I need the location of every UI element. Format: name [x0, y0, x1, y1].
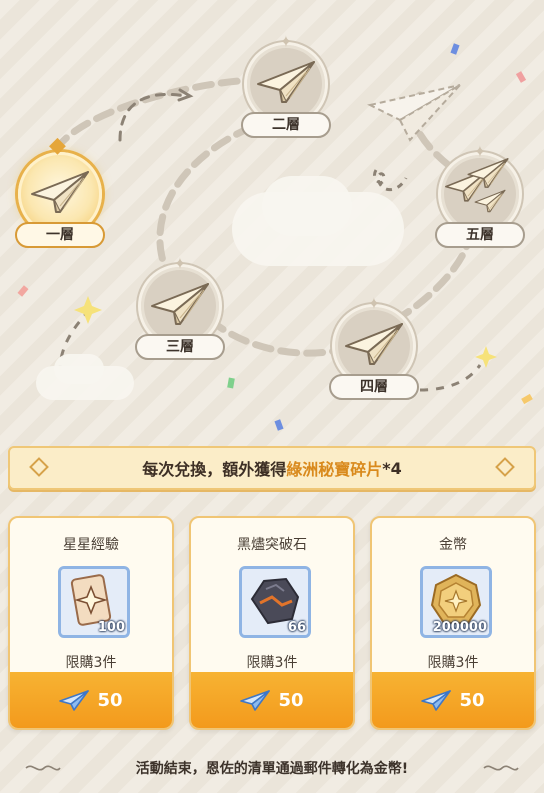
floor-label: 三層 [135, 334, 225, 360]
floor-node-2[interactable]: ✦ 二層 [238, 32, 334, 138]
item-name: 黑燼突破石 [237, 537, 307, 553]
buy-button[interactable]: 50 [372, 672, 534, 728]
item-icon-frame[interactable]: 200000 [420, 566, 492, 638]
diamond-ornament-icon [29, 457, 49, 477]
diamond-ornament-icon [495, 457, 515, 477]
floor-label: 五層 [435, 222, 525, 248]
item-icon-frame[interactable]: 100 [58, 566, 130, 638]
paper-plane-icon [30, 168, 90, 216]
item-price: 50 [459, 689, 485, 711]
floor-label: 一層 [15, 222, 105, 248]
banner-highlight: 綠洲秘寶碎片 [286, 460, 383, 479]
floor-node-4[interactable]: ✦ 四層 [326, 294, 422, 400]
banner-text: 每次兌換，額外獲得 [142, 460, 287, 479]
shop-item-card: 星星經驗 100 限購3件 50 [8, 516, 174, 730]
item-name: 金幣 [439, 537, 467, 553]
event-end-notice: 活動結束，恩佐的清單通過郵件轉化為金幣! [0, 752, 544, 784]
floor-label: 二層 [241, 112, 331, 138]
star-icon: ◆ [49, 133, 66, 158]
paper-plane-icon [344, 320, 404, 368]
item-icon-frame[interactable]: 66 [239, 566, 311, 638]
star-icon: ✦ [279, 32, 293, 51]
item-quantity: 100 [97, 620, 125, 635]
floor-map: ◆ 一層 ✦ 二層 ✦ 三層 ✦ 四層 ✦ 五層 [0, 0, 544, 440]
paper-plane-icon [150, 280, 210, 328]
paper-plane-icon [256, 58, 316, 106]
floor-label: 四層 [329, 374, 419, 400]
purchase-limit: 限購3件 [427, 655, 479, 671]
paper-plane-icon [240, 689, 270, 711]
purchase-limit: 限購3件 [246, 655, 298, 671]
banner-suffix: *4 [382, 458, 402, 478]
ornament-icon [25, 765, 61, 771]
bonus-banner: 每次兌換，額外獲得 綠洲秘寶碎片 *4 [8, 446, 536, 490]
shop-item-card: 金幣 200000 限購3件 50 [370, 516, 536, 730]
paper-plane-icon [474, 188, 506, 214]
paper-plane-icon [466, 156, 510, 190]
cloud-decoration [262, 176, 352, 236]
floor-node-3[interactable]: ✦ 三層 [132, 254, 228, 360]
item-price: 50 [97, 689, 123, 711]
paper-plane-icon [59, 689, 89, 711]
floor-node-5[interactable]: ✦ 五層 [432, 144, 528, 248]
item-price: 50 [278, 689, 304, 711]
star-icon: ✦ [173, 254, 187, 273]
item-quantity: 66 [287, 620, 306, 635]
buy-button[interactable]: 50 [10, 672, 172, 728]
floor-node-1[interactable]: ◆ 一層 [12, 135, 108, 248]
footer-text: 活動結束，恩佐的清單通過郵件轉化為金幣! [135, 761, 409, 777]
item-quantity: 200000 [432, 620, 487, 635]
cloud-decoration [54, 354, 104, 384]
paper-plane-icon [421, 689, 451, 711]
shop-item-card: 黑燼突破石 66 限購3件 50 [189, 516, 355, 730]
star-icon: ✦ [367, 294, 381, 313]
purchase-limit: 限購3件 [65, 655, 117, 671]
ornament-icon [483, 765, 519, 771]
item-name: 星星經驗 [63, 537, 119, 553]
buy-button[interactable]: 50 [191, 672, 353, 728]
